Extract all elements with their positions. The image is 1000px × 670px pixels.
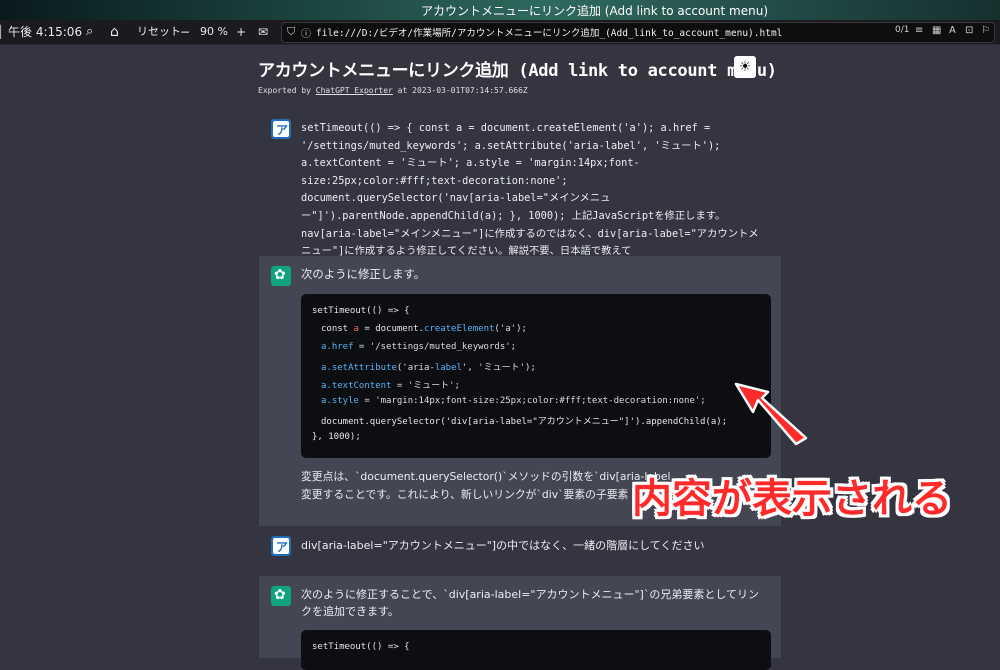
annotation-text: 内容が表示される [632, 476, 952, 522]
arrow-shape [734, 382, 808, 446]
annotation-arrow [734, 382, 808, 446]
